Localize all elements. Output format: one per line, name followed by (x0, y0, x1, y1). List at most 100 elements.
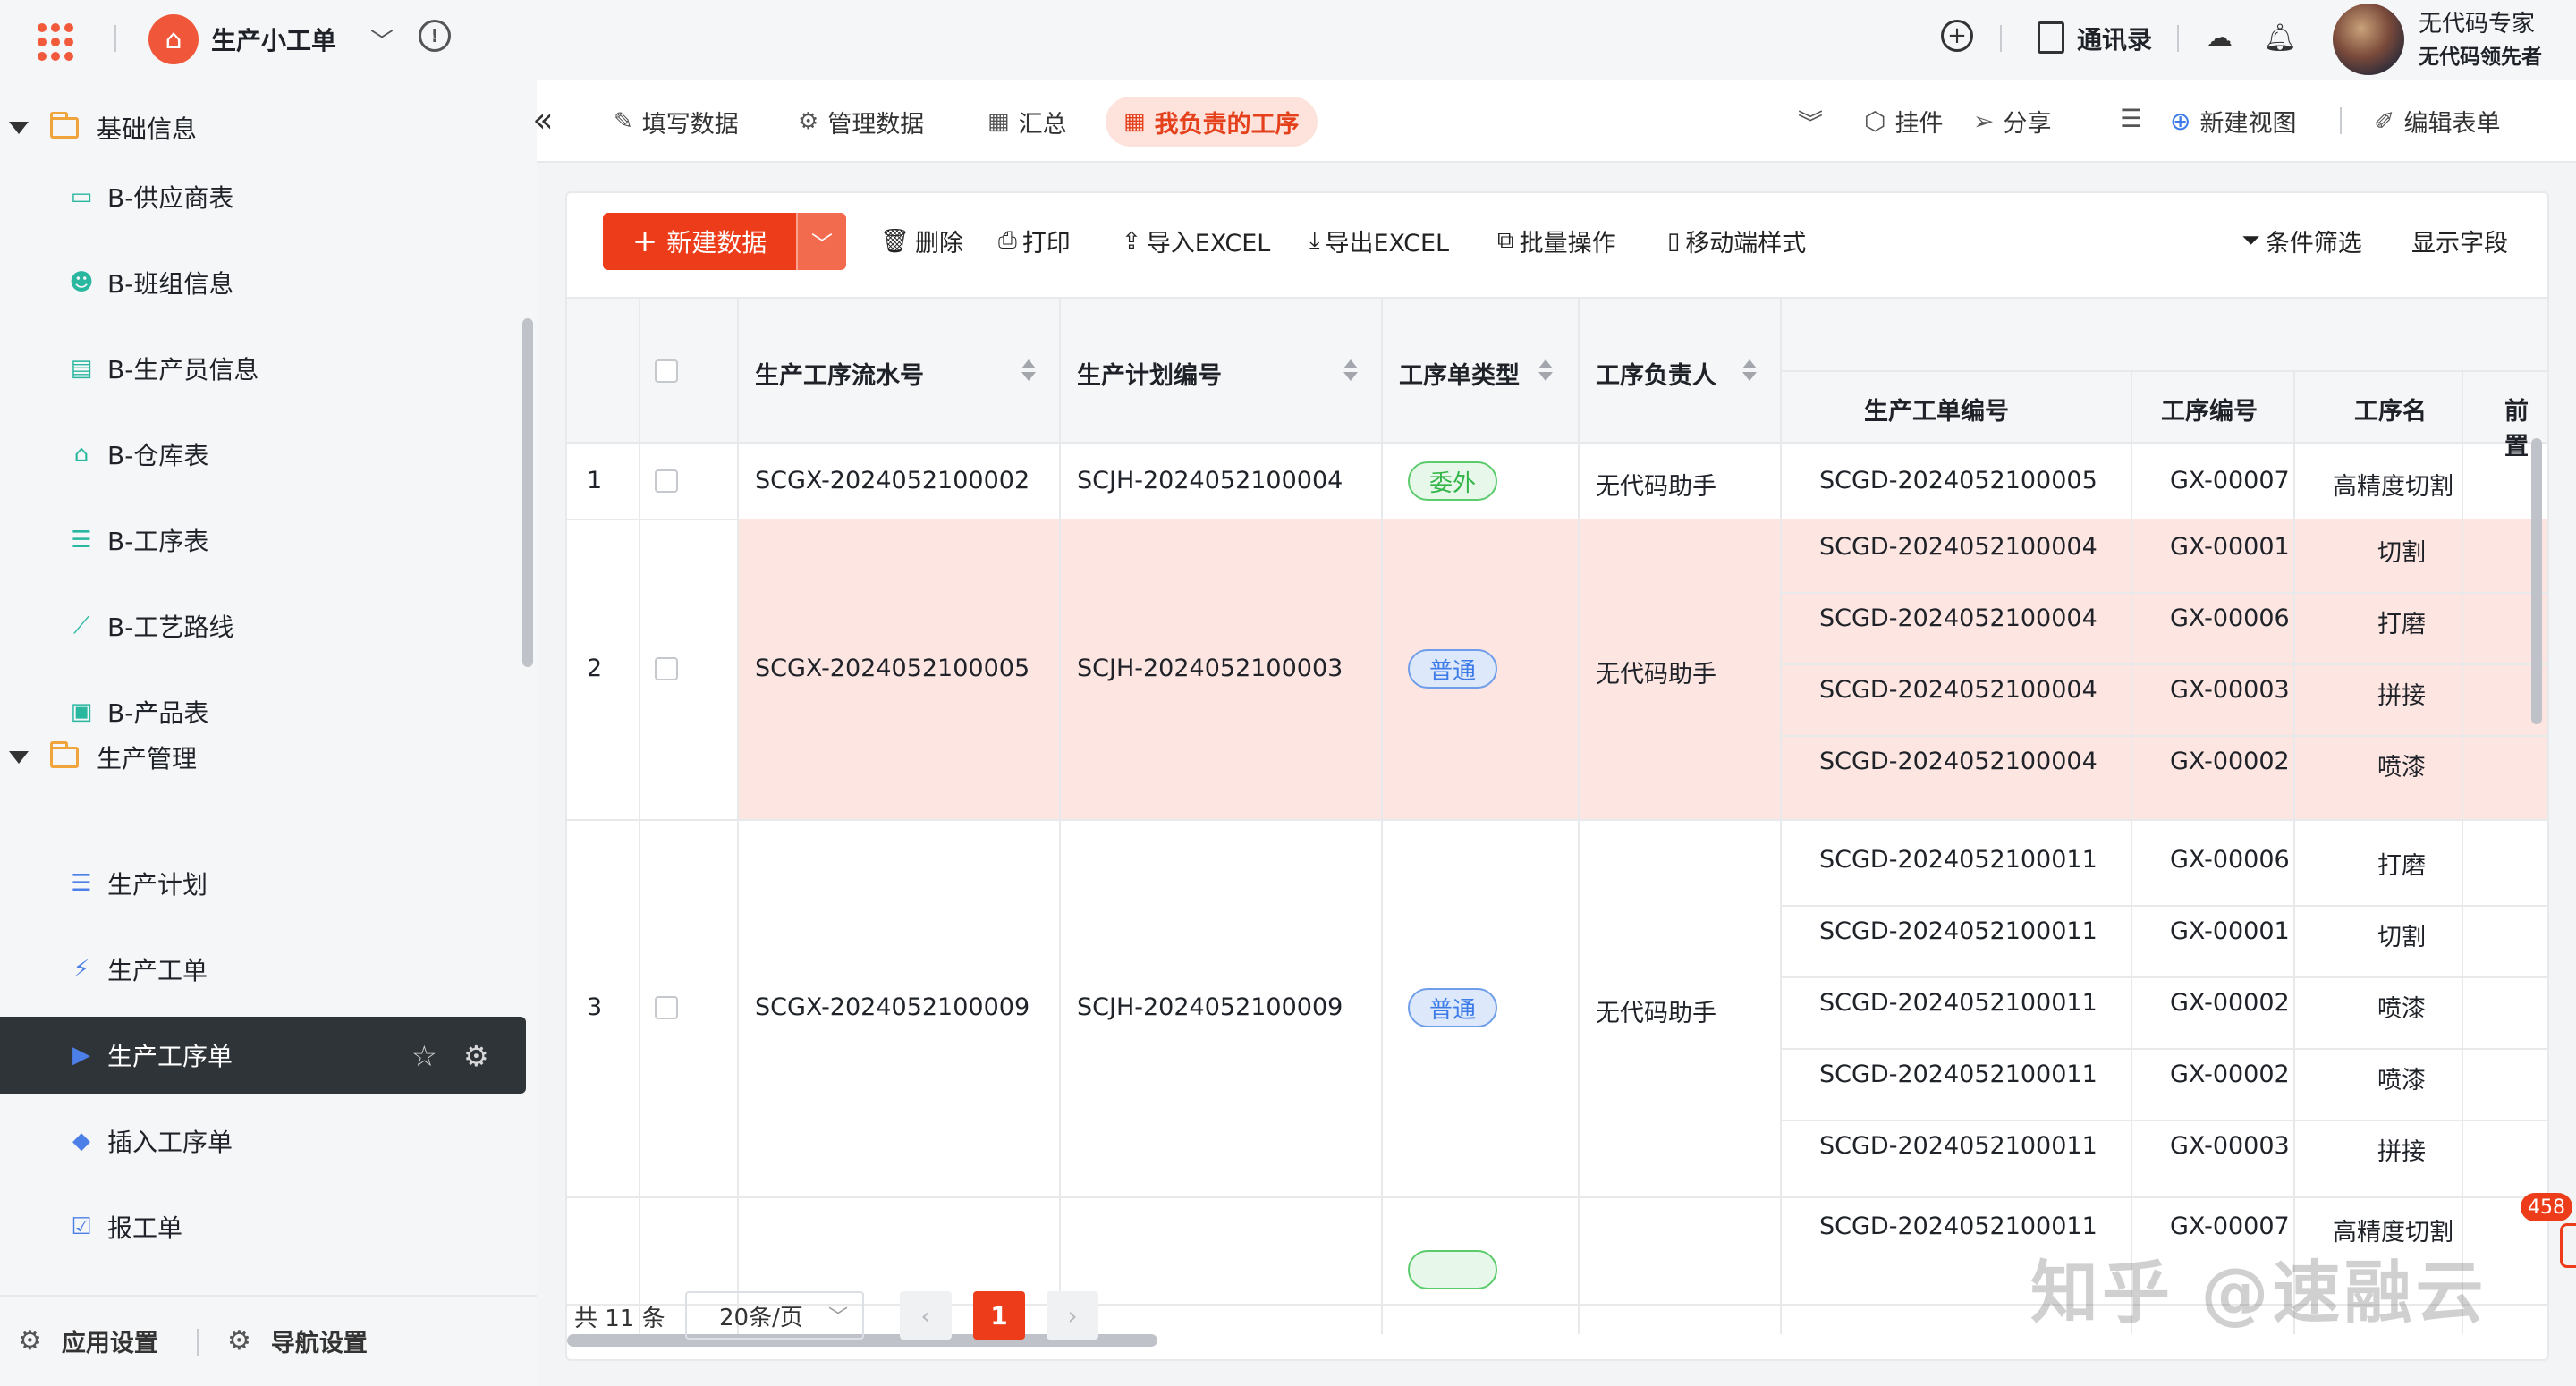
cell-serial[interactable]: SCGX-2024052100005 (755, 655, 1030, 682)
cell-proc-no[interactable]: GX-00002 (2170, 748, 2290, 775)
caret-down-icon[interactable] (9, 122, 29, 134)
export-excel-button[interactable]: ⤓ 导出EXCEL (1309, 224, 1449, 258)
sidebar-item[interactable]: ☻ B-班组信息 (0, 244, 526, 321)
cell-proc-no[interactable]: GX-00003 (2170, 1132, 2290, 1160)
cell-proc-name[interactable]: 拼接 (2322, 1132, 2481, 1167)
cell-plan[interactable]: SCJH-2024052100004 (1077, 467, 1343, 494)
cell-proc-name[interactable]: 高精度切割 (2333, 467, 2492, 502)
cell-order-no[interactable]: SCGD-2024052100011 (1819, 846, 2097, 874)
app-name[interactable]: 生产小工单 (211, 20, 336, 59)
select-all-checkbox[interactable] (655, 359, 678, 383)
user-name[interactable]: 无代码专家 (2419, 5, 2535, 38)
next-page-button[interactable]: › (1046, 1291, 1098, 1340)
cell-proc-name[interactable]: 拼接 (2322, 676, 2481, 711)
sidebar-item[interactable]: ☰ B-工序表 (0, 502, 526, 579)
sidebar-item[interactable]: ▶ 生产工序单 ☆ ⚙ (0, 1017, 526, 1094)
row-checkbox[interactable] (655, 469, 678, 493)
cell-proc-no[interactable]: GX-00006 (2170, 604, 2290, 632)
cell-owner[interactable]: 无代码助手 (1596, 993, 1716, 1028)
cell-proc-name[interactable]: 打磨 (2322, 846, 2481, 881)
tab-summary[interactable]: ▦ 汇总 (970, 97, 1085, 147)
cell-order-no[interactable]: SCGD-2024052100011 (1819, 1213, 2097, 1240)
cell-serial[interactable]: SCGX-2024052100002 (755, 467, 1030, 494)
cell-order-no[interactable]: SCGD-2024052100004 (1819, 676, 2097, 704)
cell-proc-no[interactable]: GX-00002 (2170, 1061, 2290, 1088)
cell-owner[interactable]: 无代码助手 (1596, 467, 1716, 502)
cell-proc-no[interactable]: GX-00003 (2170, 676, 2290, 704)
cell-plan[interactable]: SCJH-2024052100009 (1077, 993, 1343, 1021)
sidebar-item[interactable]: ⌂ B-仓库表 (0, 416, 526, 493)
notification-badge[interactable]: 458 (2521, 1193, 2572, 1221)
cell-proc-name[interactable]: 喷漆 (2322, 989, 2481, 1024)
cell-proc-no[interactable]: GX-00001 (2170, 533, 2290, 561)
sidebar-item[interactable]: ☰ 生产计划 (0, 845, 526, 922)
new-view-button[interactable]: ⊕ 新建视图 (2170, 104, 2296, 139)
app-settings-button[interactable]: ⚙ 应用设置 (18, 1323, 158, 1358)
sort-icon[interactable] (1538, 359, 1553, 383)
col-plan[interactable]: 生产计划编号 (1077, 356, 1222, 391)
sidebar-item[interactable]: ◆ 插入工序单 (0, 1103, 526, 1179)
app-grid-icon[interactable] (36, 21, 77, 63)
col-proc-name[interactable]: 工序名 (2354, 392, 2427, 427)
page-size-select[interactable]: 20条/页 ﹀ (685, 1291, 864, 1340)
page-number[interactable]: 1 (973, 1291, 1025, 1340)
sidebar-item[interactable]: ▣ B-产品表 (0, 673, 526, 750)
caret-down-icon[interactable] (9, 751, 29, 764)
cell-order-no[interactable]: SCGD-2024052100011 (1819, 1132, 2097, 1160)
filter-button[interactable]: ⏷ 条件筛选 (2241, 224, 2362, 258)
print-button[interactable]: ⎙ 打印 (998, 224, 1071, 258)
cell-proc-no[interactable]: GX-00007 (2170, 467, 2290, 494)
contacts-book-icon[interactable] (2038, 21, 2064, 54)
col-order-no[interactable]: 生产工单编号 (1864, 392, 2009, 427)
cloud-check-icon[interactable]: ☁ (2206, 20, 2233, 55)
new-data-button[interactable]: + 新建数据 (603, 213, 796, 270)
sort-icon[interactable] (1021, 359, 1036, 383)
vertical-scrollbar[interactable] (2531, 438, 2542, 724)
chevron-down-icon[interactable]: ﹀ (370, 23, 394, 56)
cell-proc-name[interactable]: 切割 (2322, 917, 2481, 952)
col-serial[interactable]: 生产工序流水号 (755, 356, 924, 391)
col-proc-no[interactable]: 工序编号 (2161, 392, 2258, 427)
cell-order-no[interactable]: SCGD-2024052100004 (1819, 748, 2097, 775)
tab-manage-data[interactable]: ⚙ 管理数据 (780, 97, 942, 147)
cell-proc-no[interactable]: GX-00001 (2170, 917, 2290, 945)
contacts-link[interactable]: 通讯录 (2077, 20, 2152, 57)
sidebar-item[interactable]: ▤ B-生产员信息 (0, 330, 526, 407)
cell-owner[interactable]: 无代码助手 (1596, 655, 1716, 689)
display-fields-button[interactable]: 显示字段 (2411, 224, 2508, 258)
sidebar-item[interactable]: ⟋ B-工艺路线 (0, 587, 526, 664)
cell-proc-no[interactable]: GX-00006 (2170, 846, 2290, 874)
row-checkbox[interactable] (655, 657, 678, 680)
sort-icon[interactable] (1343, 359, 1358, 383)
cell-serial[interactable]: SCGX-2024052100009 (755, 993, 1030, 1021)
tab-my-processes[interactable]: ▦ 我负责的工序 (1106, 97, 1318, 147)
cell-order-no[interactable]: SCGD-2024052100004 (1819, 604, 2097, 632)
info-icon[interactable]: ! (419, 20, 451, 52)
edit-form-button[interactable]: ✐ 编辑表单 (2374, 104, 2500, 139)
tab-fill-data[interactable]: ✎ 填写数据 (596, 97, 757, 147)
prev-page-button[interactable]: ‹ (900, 1291, 952, 1340)
add-circle-icon[interactable]: + (1941, 20, 1973, 52)
cell-proc-name[interactable]: 切割 (2322, 533, 2481, 568)
row-checkbox[interactable] (655, 996, 678, 1019)
col-owner[interactable]: 工序负责人 (1596, 356, 1716, 391)
cell-proc-name[interactable]: 喷漆 (2322, 1061, 2481, 1095)
batch-operation-button[interactable]: ⧉ 批量操作 (1497, 224, 1616, 258)
cell-proc-no[interactable]: GX-00007 (2170, 1213, 2290, 1240)
nav-settings-button[interactable]: ⚙ 导航设置 (227, 1323, 368, 1358)
mobile-style-button[interactable]: ▯ 移动端样式 (1667, 224, 1806, 258)
share-button[interactable]: ➢ 分享 (1973, 104, 2051, 139)
cell-order-no[interactable]: SCGD-2024052100004 (1819, 533, 2097, 561)
cell-proc-name[interactable]: 喷漆 (2322, 748, 2481, 782)
col-type[interactable]: 工序单类型 (1399, 356, 1520, 391)
sidebar-item[interactable]: ▭ B-供应商表 (0, 158, 526, 235)
cell-proc-no[interactable]: GX-00002 (2170, 989, 2290, 1017)
new-data-dropdown[interactable]: ﹀ (796, 213, 846, 270)
cell-order-no[interactable]: SCGD-2024052100011 (1819, 917, 2097, 945)
item-settings-icon[interactable]: ⚙ (463, 1039, 489, 1073)
cell-order-no[interactable]: SCGD-2024052100005 (1819, 467, 2097, 494)
avatar[interactable] (2333, 4, 2404, 75)
sort-views-icon[interactable]: ☰ (2120, 104, 2151, 133)
import-excel-button[interactable]: ⇪ 导入EXCEL (1122, 224, 1270, 258)
cell-proc-name[interactable]: 打磨 (2322, 604, 2481, 639)
